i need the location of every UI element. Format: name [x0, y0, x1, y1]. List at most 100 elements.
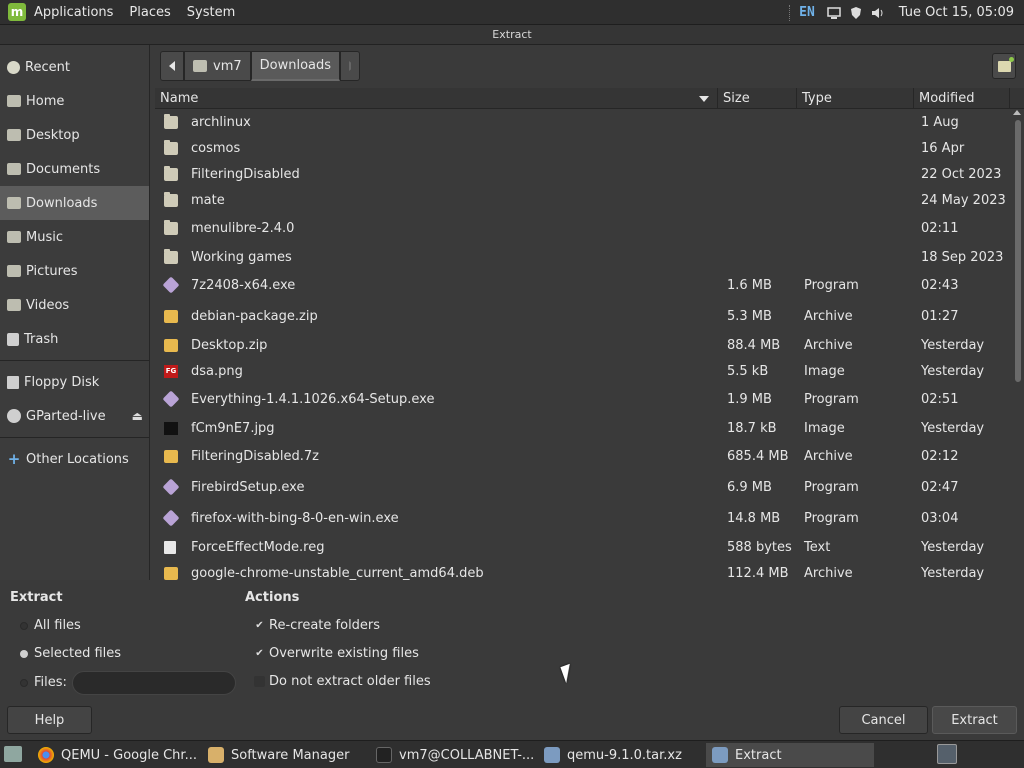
keyboard-layout-indicator[interactable]: EN [799, 5, 815, 20]
menu-system[interactable]: System [179, 5, 243, 20]
archive-manager-icon [712, 747, 728, 763]
checkbox-do-not-extract-older[interactable]: Do not extract older files [254, 674, 431, 689]
file-row[interactable]: Working games 18 Sep 2023 [155, 245, 1010, 271]
folder-icon [164, 220, 178, 235]
scroll-up-arrow-icon[interactable] [1013, 110, 1021, 115]
sidebar-item-label: Other Locations [26, 451, 129, 467]
workspace-switcher-icon[interactable] [937, 744, 957, 764]
path-segment-downloads[interactable]: Downloads [250, 51, 341, 81]
column-header-name[interactable]: Name [155, 88, 718, 109]
network-icon[interactable] [827, 6, 841, 20]
file-row[interactable]: fCm9nE7.jpg 18.7 kB Image Yesterday [155, 416, 1010, 442]
file-type: Archive [804, 309, 853, 324]
sidebar-item-gparted-live[interactable]: GParted-live ⏏ [0, 399, 149, 433]
sidebar-divider [0, 437, 149, 438]
file-list[interactable]: Name Size Type Modified archlinux 1 Aug co… [155, 88, 1024, 580]
radio-selected-files[interactable]: Selected files [20, 646, 121, 661]
show-desktop-icon[interactable] [4, 746, 22, 762]
file-modified: Yesterday [921, 566, 985, 580]
sidebar-item-other-locations[interactable]: + Other Locations [0, 442, 149, 476]
files-pattern-input[interactable] [72, 671, 236, 695]
file-row[interactable]: 7z2408-x64.exe 1.6 MB Program 02:43 [155, 273, 1010, 299]
file-size: 5.5 kB [727, 364, 769, 379]
file-row[interactable]: ForceEffectMode.reg 588 bytes Text Yesterda… [155, 535, 1010, 561]
sidebar-item-label: Documents [26, 161, 101, 177]
file-row[interactable]: Desktop.zip 88.4 MB Archive Yesterday [155, 333, 1010, 359]
recent-icon [7, 60, 20, 74]
path-segment-home[interactable]: vm7 [184, 51, 251, 81]
file-size: 18.7 kB [727, 421, 777, 436]
file-row[interactable]: FG dsa.png 5.5 kB Image Yesterday [155, 359, 1010, 385]
sidebar-item-home[interactable]: Home [0, 84, 149, 118]
file-row[interactable]: FilteringDisabled 22 Oct 2023 [155, 162, 1010, 188]
file-modified: 02:51 [921, 392, 959, 407]
extract-button[interactable]: Extract [932, 706, 1017, 734]
column-header-size[interactable]: Size [718, 88, 797, 109]
menu-applications[interactable]: Applications [26, 5, 121, 20]
checkbox-box [254, 676, 265, 687]
checkbox-overwrite-existing[interactable]: ✔ Overwrite existing files [254, 646, 419, 661]
file-row[interactable]: FilteringDisabled.7z 685.4 MB Archive 02:12 [155, 444, 1010, 470]
mint-menu-icon[interactable]: m [8, 3, 26, 21]
menu-places[interactable]: Places [121, 5, 178, 20]
archive-icon [164, 567, 178, 580]
sidebar-item-desktop[interactable]: Desktop [0, 118, 149, 152]
checkbox-label: Re-create folders [269, 618, 381, 633]
file-row[interactable]: mate 24 May 2023 [155, 188, 1010, 214]
file-row[interactable]: debian-package.zip 5.3 MB Archive 01:27 [155, 304, 1010, 330]
shield-icon[interactable] [849, 6, 863, 20]
taskbar-item-terminal[interactable]: vm7@COLLABNET-... [370, 743, 536, 767]
sidebar-item-trash[interactable]: Trash [0, 322, 149, 356]
folder-icon [164, 140, 178, 155]
file-modified: 02:12 [921, 449, 959, 464]
column-header-type[interactable]: Type [797, 88, 914, 109]
top-panel: m Applications Places System EN Tue Oct … [0, 0, 1024, 25]
eject-icon[interactable]: ⏏ [132, 409, 143, 423]
path-scroll-right-button[interactable] [340, 51, 361, 81]
file-modified: 16 Apr [921, 141, 965, 156]
column-header-modified[interactable]: Modified [914, 88, 1010, 109]
file-row[interactable]: FirebirdSetup.exe 6.9 MB Program 02:47 [155, 475, 1010, 501]
column-header-label: Type [802, 91, 832, 106]
file-row[interactable]: cosmos 16 Apr [155, 136, 1010, 162]
sidebar-item-music[interactable]: Music [0, 220, 149, 254]
file-row[interactable]: Everything-1.4.1.1026.x64-Setup.exe 1.9 M… [155, 387, 1010, 413]
taskbar-item-chrome[interactable]: QEMU - Google Chr... [32, 743, 198, 767]
radio-label: Files: [34, 675, 67, 690]
file-modified: 1 Aug [921, 115, 959, 130]
checkbox-recreate-folders[interactable]: ✔ Re-create folders [254, 618, 380, 633]
sidebar-item-floppy-disk[interactable]: Floppy Disk [0, 365, 149, 399]
sidebar-item-recent[interactable]: Recent [0, 50, 149, 84]
cancel-button[interactable]: Cancel [839, 706, 928, 734]
path-scroll-left-button[interactable] [160, 51, 184, 81]
sidebar-item-videos[interactable]: Videos [0, 288, 149, 322]
file-name: FirebirdSetup.exe [191, 480, 305, 495]
clock[interactable]: Tue Oct 15, 05:09 [899, 5, 1014, 20]
column-header-label: Size [723, 91, 750, 106]
sidebar-item-pictures[interactable]: Pictures [0, 254, 149, 288]
videos-icon [7, 299, 21, 311]
taskbar-item-extract[interactable]: Extract [706, 743, 874, 767]
file-row[interactable]: google-chrome-unstable_current_amd64.deb… [155, 561, 1010, 580]
taskbar-item-qemu-archive[interactable]: qemu-9.1.0.tar.xz [538, 743, 702, 767]
file-row[interactable]: firefox-with-bing-8-0-en-win.exe 14.8 MB P… [155, 506, 1010, 532]
desktop-icon [7, 129, 21, 141]
file-type: Archive [804, 449, 853, 464]
scrollbar-thumb[interactable] [1015, 120, 1021, 382]
create-folder-button[interactable] [992, 53, 1016, 79]
file-name: debian-package.zip [191, 309, 318, 324]
file-size: 588 bytes [727, 540, 792, 555]
help-button[interactable]: Help [7, 706, 92, 734]
file-row[interactable]: archlinux 1 Aug [155, 110, 1010, 136]
file-name: firefox-with-bing-8-0-en-win.exe [191, 511, 399, 526]
file-row[interactable]: menulibre-2.4.0 02:11 [155, 216, 1010, 242]
checkbox-label: Do not extract older files [269, 674, 431, 689]
radio-all-files[interactable]: All files [20, 618, 81, 633]
vertical-scrollbar[interactable] [1013, 110, 1022, 580]
sidebar-item-downloads[interactable]: Downloads [0, 186, 149, 220]
radio-files-pattern[interactable]: Files: [20, 675, 67, 690]
sidebar-item-documents[interactable]: Documents [0, 152, 149, 186]
file-name: ForceEffectMode.reg [191, 540, 325, 555]
volume-icon[interactable] [871, 6, 885, 20]
taskbar-item-software-manager[interactable]: Software Manager [202, 743, 366, 767]
